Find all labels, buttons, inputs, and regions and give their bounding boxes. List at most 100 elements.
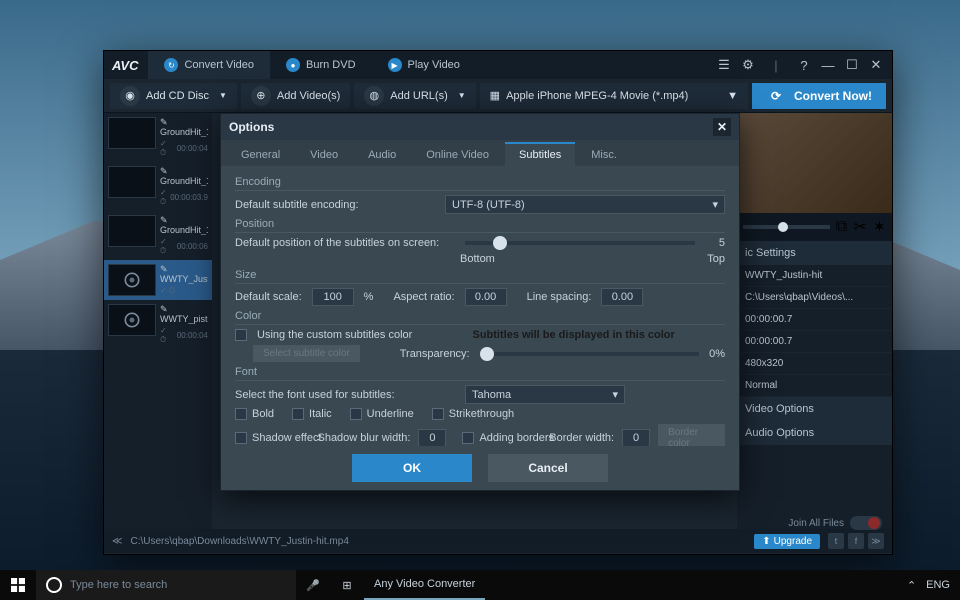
seek-slider[interactable] [743, 225, 830, 229]
font-select-label: Select the font used for subtitles: [235, 389, 455, 401]
tab-label: Play Video [408, 59, 460, 71]
dialog-buttons: OK Cancel [221, 446, 739, 490]
more-icon[interactable]: ≫ [868, 533, 884, 549]
transparency-value: 0% [709, 348, 725, 360]
add-cd-button[interactable]: ◉ Add CD Disc ▼ [110, 83, 237, 109]
maximize-button[interactable]: ☐ [844, 57, 860, 73]
setting-row[interactable]: Normal [737, 375, 892, 397]
line-spacing-label: Line spacing: [527, 291, 592, 303]
join-files-toggle[interactable] [850, 516, 882, 530]
taskbar-search[interactable]: Type here to search [36, 570, 296, 600]
taskbar-app[interactable]: Any Video Converter [364, 570, 485, 600]
file-item[interactable]: ✎ GroundHit_1 ✓ ⏱ 00:00:04 [104, 113, 212, 162]
bold-label: Bold [252, 408, 274, 420]
tab-convert-video[interactable]: ↻ Convert Video [148, 51, 270, 79]
titlebar: AVC ↻ Convert Video ● Burn DVD ▶ Play Vi… [104, 51, 892, 79]
setting-row[interactable]: WWTY_Justin-hit [737, 265, 892, 287]
dialog-close-button[interactable]: ✕ [713, 118, 731, 136]
borders-checkbox[interactable] [462, 432, 474, 444]
mic-icon[interactable]: 🎤 [296, 570, 330, 600]
position-slider[interactable] [465, 241, 695, 245]
audio-options-button[interactable]: Audio Options [737, 421, 892, 445]
underline-checkbox[interactable] [350, 408, 362, 420]
file-item[interactable]: ✎ GroundHit_1 ✓ ⏱ 00:00:06 [104, 211, 212, 260]
help-icon[interactable]: ? [796, 57, 812, 73]
options-dialog: Options ✕ General Video Audio Online Vid… [220, 113, 740, 491]
tab-audio[interactable]: Audio [354, 144, 410, 166]
nav-prev-icon[interactable]: ≪ [112, 536, 122, 547]
tab-subtitles[interactable]: Subtitles [505, 142, 575, 166]
file-duration: ✓ ⏱ 00:00:04 [160, 326, 208, 345]
tab-general[interactable]: General [227, 144, 294, 166]
copy-icon[interactable]: ⧉ [836, 218, 847, 236]
add-urls-button[interactable]: ◍ Add URL(s) ▼ [354, 83, 475, 109]
tab-play-video[interactable]: ▶ Play Video [372, 51, 476, 79]
thumbnail [108, 215, 156, 247]
border-width-input[interactable] [622, 429, 650, 446]
file-duration: ✓ ⏱ 00:00:06 [160, 237, 208, 256]
menu-icon[interactable]: ☰ [716, 57, 732, 73]
tab-misc[interactable]: Misc. [577, 144, 631, 166]
task-view-icon[interactable]: ⊞ [330, 570, 364, 600]
file-item[interactable]: ✎ GroundHit_1 ✓ ⏱ 00:00:03.9 [104, 162, 212, 211]
position-bottom-label: Bottom [460, 253, 495, 265]
pencil-icon: ✎ [160, 304, 168, 312]
pencil-icon: ✎ [160, 264, 168, 272]
tab-burn-dvd[interactable]: ● Burn DVD [270, 51, 372, 79]
convert-now-button[interactable]: ⟳ Convert Now! [752, 83, 886, 109]
strike-checkbox[interactable] [432, 408, 444, 420]
font-select[interactable]: Tahoma ▾ [465, 385, 625, 404]
upgrade-button[interactable]: ⬆ Upgrade [754, 534, 820, 549]
system-tray: ⌃ ENG [897, 579, 960, 592]
blur-input[interactable] [418, 429, 446, 446]
setting-row[interactable]: 00:00:00.7 [737, 331, 892, 353]
italic-checkbox[interactable] [292, 408, 304, 420]
cancel-button[interactable]: Cancel [488, 454, 608, 482]
ok-button[interactable]: OK [352, 454, 472, 482]
output-profile-select[interactable]: ▦ Apple iPhone MPEG-4 Movie (*.mp4) ▼ [480, 83, 748, 109]
underline-label: Underline [367, 408, 414, 420]
aspect-input[interactable] [465, 288, 507, 306]
file-name: GroundHit_1 [160, 225, 208, 235]
join-files-toggle-row: Join All Files [788, 516, 882, 530]
crop-icon[interactable]: ✶ [873, 217, 886, 237]
blur-label: Shadow blur width: [317, 432, 410, 444]
gear-icon[interactable]: ⚙ [740, 57, 756, 73]
borders-label: Adding borders [479, 432, 554, 444]
close-button[interactable]: ✕ [868, 57, 884, 73]
facebook-icon[interactable]: f [848, 533, 864, 549]
refresh-icon: ⟳ [766, 86, 786, 106]
language-indicator[interactable]: ENG [926, 579, 950, 591]
select-color-button[interactable]: Select subtitle color [253, 345, 360, 362]
chevron-up-icon[interactable]: ⌃ [907, 579, 916, 592]
tab-online-video[interactable]: Online Video [412, 144, 503, 166]
pencil-icon: ✎ [160, 166, 168, 174]
add-videos-button[interactable]: ⊕ Add Video(s) [241, 83, 350, 109]
line-spacing-input[interactable] [601, 288, 643, 306]
scale-label: Default scale: [235, 291, 302, 303]
custom-color-checkbox[interactable] [235, 329, 247, 341]
font-section: Font [235, 366, 725, 381]
tab-video[interactable]: Video [296, 144, 352, 166]
button-label: Add Video(s) [277, 90, 340, 102]
border-width-label: Border width: [549, 432, 614, 444]
file-item[interactable]: ✎ WWTY_pisto ✓ ⏱ 00:00:04 [104, 300, 212, 349]
bold-checkbox[interactable] [235, 408, 247, 420]
setting-row[interactable]: C:\Users\qbap\Videos\... [737, 287, 892, 309]
file-name: GroundHit_1 [160, 127, 208, 137]
setting-row[interactable]: 480x320 [737, 353, 892, 375]
border-color-button[interactable]: Border color [658, 424, 725, 446]
encoding-select[interactable]: UTF-8 (UTF-8) ▾ [445, 195, 725, 214]
tab-label: Burn DVD [306, 59, 356, 71]
transparency-slider[interactable] [480, 352, 699, 356]
minimize-button[interactable]: — [820, 57, 836, 73]
file-item[interactable]: ✎ WWTY_Justi ✓ ⏱ [104, 260, 212, 300]
shadow-checkbox[interactable] [235, 432, 247, 444]
setting-row[interactable]: 00:00:00.7 [737, 309, 892, 331]
twitter-icon[interactable]: t [828, 533, 844, 549]
start-button[interactable] [0, 570, 36, 600]
scale-input[interactable] [312, 288, 354, 306]
video-options-button[interactable]: Video Options [737, 397, 892, 421]
scissors-icon[interactable]: ✂ [853, 217, 866, 237]
search-placeholder: Type here to search [70, 579, 167, 591]
